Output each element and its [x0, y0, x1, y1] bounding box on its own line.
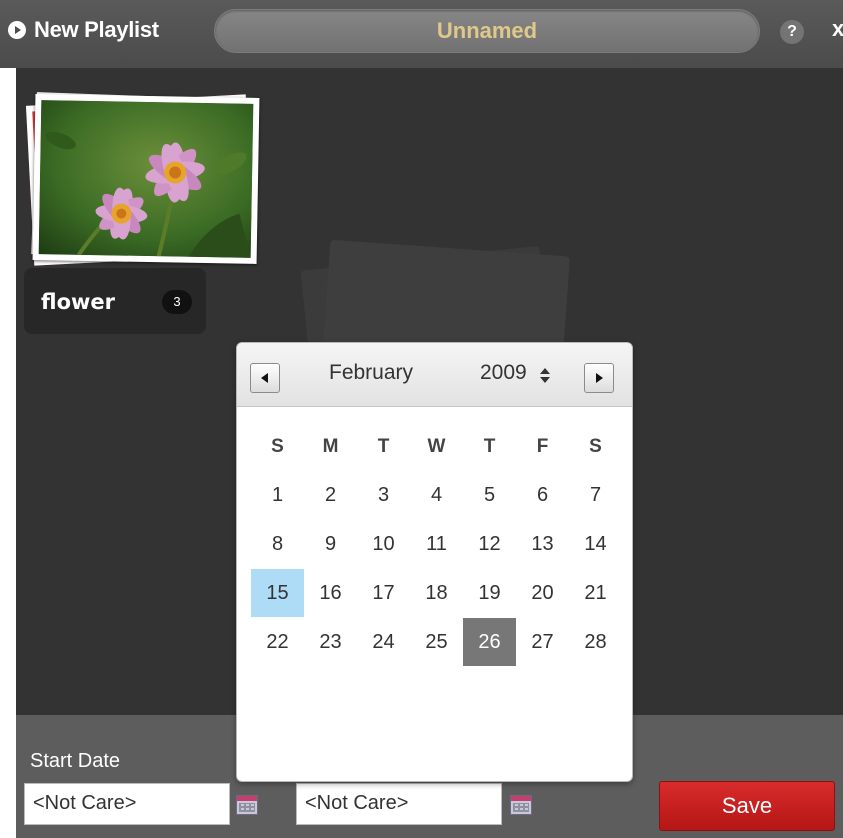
calendar-day[interactable]: 10 — [357, 520, 410, 568]
calendar-day[interactable]: 16 — [304, 569, 357, 617]
day-of-week: S — [589, 436, 602, 457]
calendar-day[interactable]: 18 — [410, 569, 463, 617]
calendar-day-selected[interactable]: 26 — [463, 618, 516, 666]
calendar-week: 1 2 3 4 5 6 7 — [251, 471, 622, 519]
flower-photo — [38, 100, 254, 258]
calendar-day[interactable]: 21 — [569, 569, 622, 617]
day-of-week: M — [322, 436, 339, 457]
day-of-week: T — [483, 436, 496, 457]
back-arrow-icon[interactable] — [8, 21, 26, 39]
month-label[interactable]: February — [329, 361, 413, 385]
calendar-day[interactable]: 24 — [357, 618, 410, 666]
calendar-day[interactable]: 5 — [463, 471, 516, 519]
date-picker-popup: February 2009 S M T W T F S 1 2 3 4 5 6 … — [236, 342, 633, 782]
calendar-day[interactable]: 14 — [569, 520, 622, 568]
calendar-day[interactable]: 20 — [516, 569, 569, 617]
day-of-week-header: S M T W T F S — [251, 423, 622, 471]
calendar-day[interactable]: 9 — [304, 520, 357, 568]
album-name: flower — [41, 290, 115, 314]
day-of-week: T — [377, 436, 390, 457]
calendar-week: 15 16 17 18 19 20 21 — [251, 569, 622, 617]
calendar-day[interactable]: 13 — [516, 520, 569, 568]
start-date-input[interactable]: <Not Care> — [24, 783, 230, 825]
calendar-day[interactable]: 28 — [569, 618, 622, 666]
calendar-day[interactable]: 19 — [463, 569, 516, 617]
year-spinner-icon[interactable] — [539, 365, 551, 389]
calendar-day[interactable]: 17 — [357, 569, 410, 617]
help-button[interactable]: ? — [780, 20, 804, 44]
day-of-week: W — [427, 436, 446, 457]
calendar-day[interactable]: 23 — [304, 618, 357, 666]
start-date-label: Start Date — [30, 750, 121, 772]
playlist-name-text[interactable]: Unnamed — [215, 18, 759, 44]
calendar-day[interactable]: 22 — [251, 618, 304, 666]
calendar-week: 8 9 10 11 12 13 14 — [251, 520, 622, 568]
calendar-day[interactable]: 25 — [410, 618, 463, 666]
calendar-day[interactable]: 8 — [251, 520, 304, 568]
album-count-badge: 3 — [162, 290, 192, 314]
calendar-header: February 2009 — [237, 343, 632, 407]
year-label[interactable]: 2009 — [480, 361, 527, 385]
calendar-day[interactable]: 7 — [569, 471, 622, 519]
next-month-button[interactable] — [584, 363, 614, 393]
calendar-day[interactable]: 1 — [251, 471, 304, 519]
day-of-week: F — [536, 436, 549, 457]
calendar-week: 22 23 24 25 26 27 28 — [251, 618, 622, 666]
album-tile[interactable]: flower 3 — [24, 88, 268, 342]
calendar-day[interactable]: 2 — [304, 471, 357, 519]
start-date-calendar-icon[interactable] — [236, 795, 258, 815]
end-date-input[interactable]: <Not Care> — [296, 783, 502, 825]
calendar-day[interactable]: 12 — [463, 520, 516, 568]
calendar-day[interactable]: 11 — [410, 520, 463, 568]
playlist-header: New Playlist Unnamed ? x — [0, 0, 843, 68]
header-title: New Playlist — [34, 17, 159, 42]
calendar-day-highlighted[interactable]: 15 — [251, 569, 304, 617]
playlist-name-field[interactable]: Unnamed — [214, 9, 760, 53]
end-date-calendar-icon[interactable] — [510, 795, 532, 815]
calendar-day[interactable]: 3 — [357, 471, 410, 519]
previous-month-button[interactable] — [250, 363, 280, 393]
calendar-day[interactable]: 4 — [410, 471, 463, 519]
day-of-week: S — [271, 436, 284, 457]
album-cover-photo[interactable] — [32, 94, 260, 264]
save-button[interactable]: Save — [659, 781, 835, 831]
calendar-day[interactable]: 6 — [516, 471, 569, 519]
close-button[interactable]: x — [832, 16, 843, 42]
calendar-day[interactable]: 27 — [516, 618, 569, 666]
flower-image — [38, 100, 254, 258]
